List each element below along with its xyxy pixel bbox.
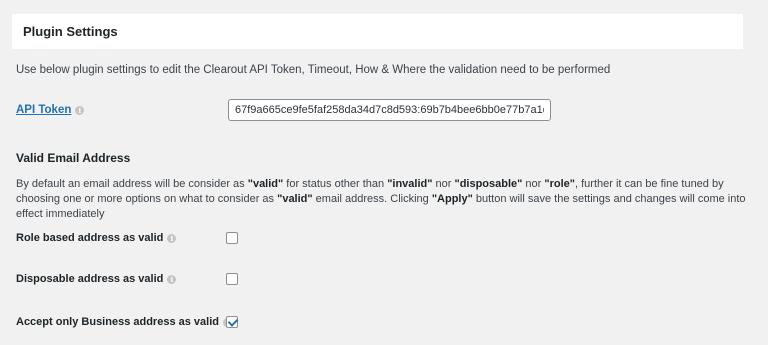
description-text: for status other than (283, 178, 388, 190)
option-disposable-label: Disposable address as valid i (16, 273, 177, 285)
valid-email-description: By default an email address will be cons… (16, 177, 746, 222)
description-emphasis: "invalid" (387, 178, 433, 190)
plugin-settings-page: Plugin Settings Use below plugin setting… (0, 0, 768, 345)
option-role-based-label: Role based address as valid i (16, 232, 177, 244)
description-text: nor (432, 178, 455, 190)
info-icon[interactable]: i (167, 274, 177, 284)
description-emphasis: "valid" (277, 193, 313, 205)
valid-email-section-title: Valid Email Address (16, 151, 131, 165)
description-text: By default an email address will be cons… (16, 178, 248, 190)
description-text: nor (522, 178, 545, 190)
description-emphasis: "role" (544, 178, 575, 190)
disposable-checkbox[interactable] (226, 273, 238, 285)
description-emphasis: "disposable" (454, 178, 523, 190)
api-token-link[interactable]: API Token (16, 104, 71, 116)
option-label-text: Role based address as valid (16, 232, 164, 244)
settings-header: Plugin Settings (12, 14, 743, 49)
info-icon[interactable]: i (75, 105, 85, 115)
page-title: Plugin Settings (23, 24, 118, 39)
option-label-text: Disposable address as valid (16, 273, 164, 285)
description-emphasis: "Apply" (431, 193, 473, 205)
option-label-text: Accept only Business address as valid (16, 316, 219, 328)
api-token-input[interactable] (228, 99, 551, 121)
description-emphasis: "valid" (247, 178, 284, 190)
role-based-checkbox[interactable] (226, 232, 238, 244)
settings-intro-text: Use below plugin settings to edit the Cl… (16, 64, 611, 76)
api-token-label: API Token i (16, 104, 85, 116)
option-business-label: Accept only Business address as valid i (16, 316, 232, 328)
description-text: email address. Clicking (312, 193, 432, 205)
business-only-checkbox[interactable] (226, 316, 238, 328)
info-icon[interactable]: i (167, 233, 177, 243)
